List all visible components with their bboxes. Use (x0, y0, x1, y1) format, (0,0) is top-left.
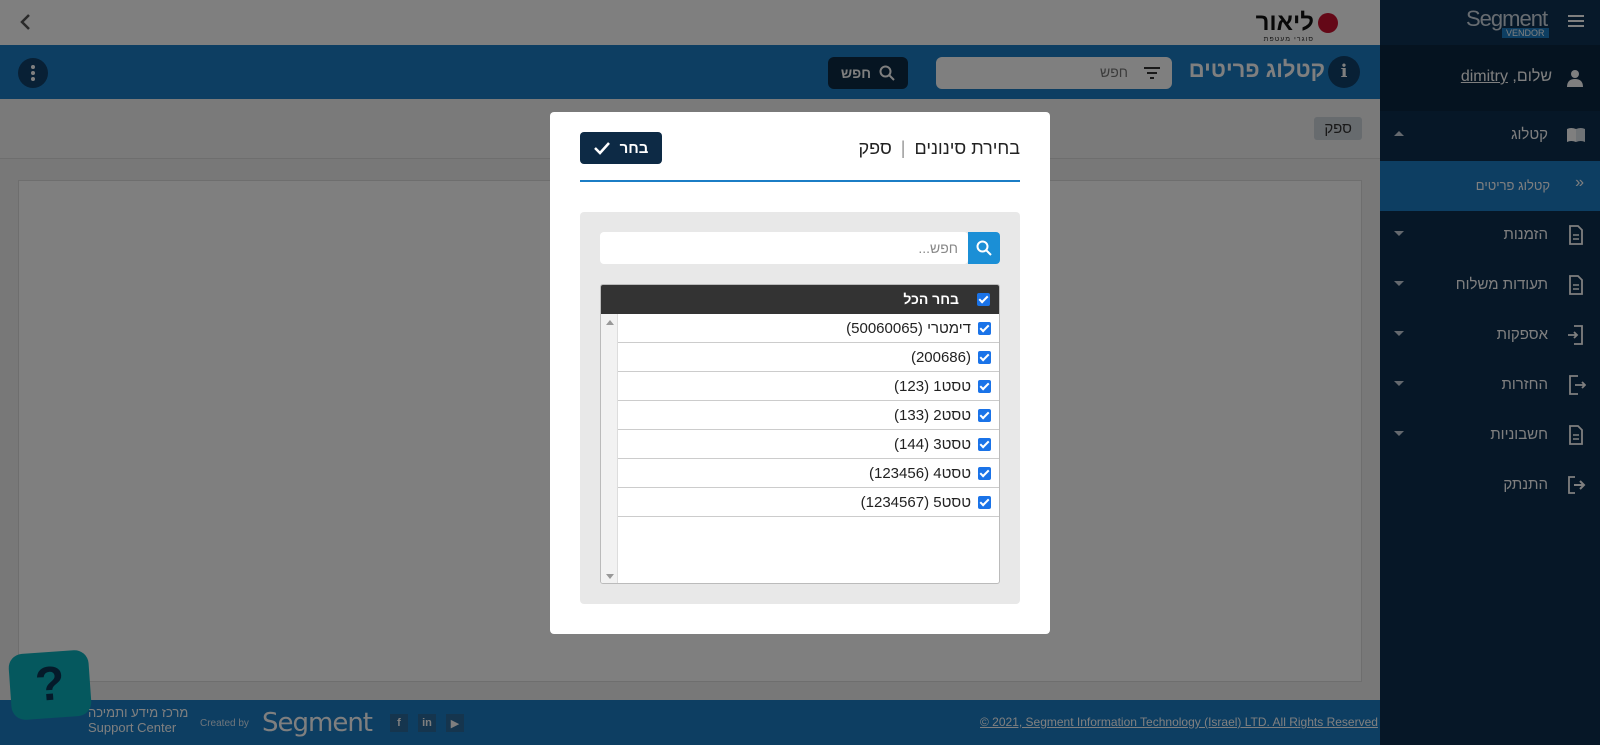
list-item[interactable]: דימטרי (50060065) (618, 314, 999, 343)
filter-selection-modal: בחירת סינונים | ספק בחר חפש... בחר הכל ד… (550, 112, 1050, 634)
item-checkbox[interactable] (978, 496, 991, 509)
checkmark-icon (593, 142, 610, 155)
item-checkbox[interactable] (978, 438, 991, 451)
select-all-row[interactable]: בחר הכל (601, 285, 999, 314)
item-checkbox[interactable] (978, 380, 991, 393)
filter-search-input[interactable]: חפש... (600, 232, 968, 264)
item-label: טסט2 (133) (894, 407, 971, 424)
filter-search-button[interactable] (968, 232, 1000, 264)
list-item[interactable]: (200686) (618, 343, 999, 372)
list-item[interactable]: טסט5 (1234567) (618, 488, 999, 517)
title-separator: | (900, 138, 906, 158)
modal-title-text: בחירת סינונים (914, 138, 1021, 158)
select-all-label: בחר הכל (903, 291, 959, 307)
filter-panel: חפש... בחר הכל דימטרי (50060065) (200686… (580, 212, 1020, 604)
item-label: טסט3 (144) (894, 436, 971, 453)
item-label: טסט4 (123456) (869, 465, 971, 482)
modal-subtitle: ספק (858, 138, 892, 158)
item-checkbox[interactable] (978, 351, 991, 364)
list-item[interactable]: טסט2 (133) (618, 401, 999, 430)
select-all-checkbox[interactable] (977, 293, 990, 306)
list-item[interactable]: טסט3 (144) (618, 430, 999, 459)
supplier-list: בחר הכל דימטרי (50060065) (200686) טסט1 … (600, 284, 1000, 584)
list-item[interactable]: טסט1 (123) (618, 372, 999, 401)
item-label: טסט5 (1234567) (860, 494, 971, 511)
item-checkbox[interactable] (978, 467, 991, 480)
item-checkbox[interactable] (978, 322, 991, 335)
list-scrollbar[interactable] (601, 314, 618, 583)
scroll-up-icon[interactable] (606, 320, 614, 325)
item-label: טסט1 (123) (894, 378, 971, 395)
choose-button-label: בחר (619, 139, 649, 157)
choose-button[interactable]: בחר (580, 132, 662, 164)
item-label: (200686) (910, 349, 971, 366)
title-divider (580, 180, 1020, 182)
item-label: דימטרי (50060065) (846, 320, 971, 337)
modal-title: בחירת סינונים | ספק (859, 138, 1020, 159)
item-checkbox[interactable] (978, 409, 991, 422)
search-icon (976, 240, 992, 256)
filter-search-placeholder: חפש... (918, 240, 958, 256)
scroll-down-icon[interactable] (606, 574, 614, 579)
list-item[interactable]: טסט4 (123456) (618, 459, 999, 488)
